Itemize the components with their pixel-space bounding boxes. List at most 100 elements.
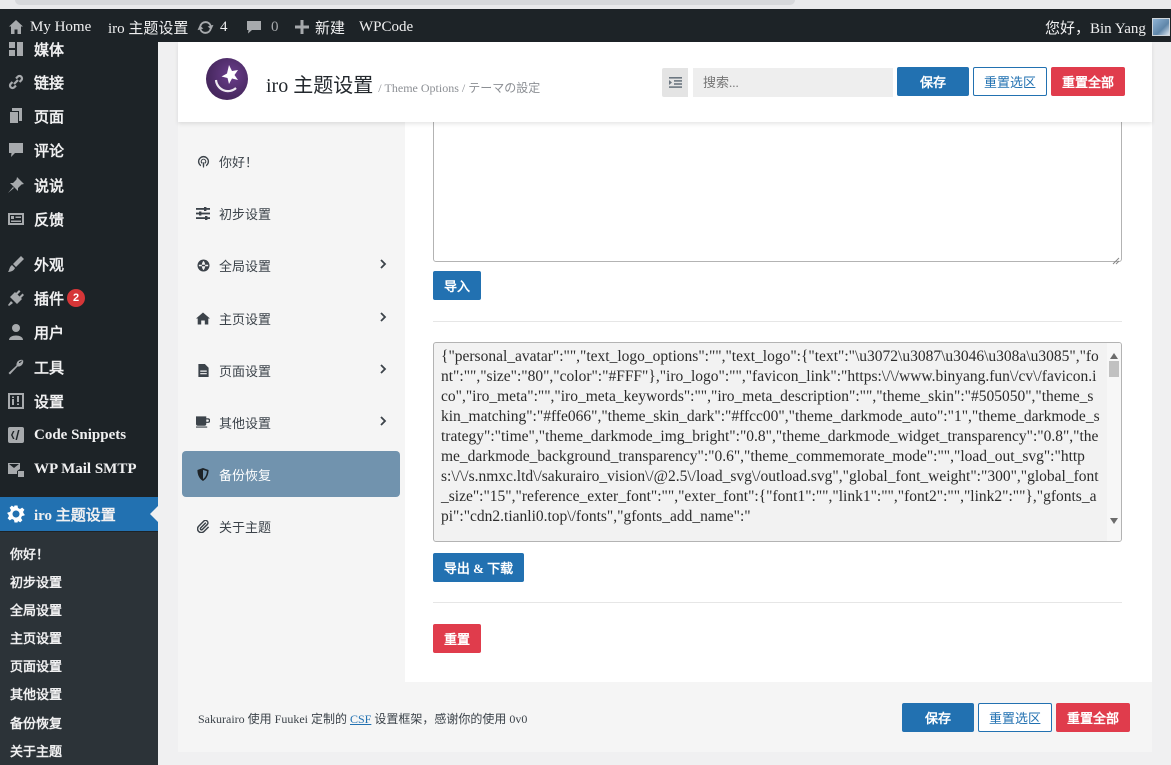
scroll-down-icon[interactable] [1110, 511, 1118, 529]
import-textarea[interactable] [433, 122, 1122, 265]
menu-wp-mail-smtp[interactable]: WP Mail SMTP [0, 452, 158, 486]
menu-pages[interactable]: 页面 [0, 99, 158, 133]
footer-credit: Sakurairo 使用 Fuukei 定制的 CSF 设置框架，感谢你的使用 … [198, 710, 527, 727]
menu-tools[interactable]: 工具 [0, 350, 158, 384]
account-menu[interactable]: 您好，Bin Yang [1045, 16, 1170, 38]
menu-label: 设置 [34, 394, 65, 411]
menu-label: 工具 [34, 360, 65, 377]
wpcode-link[interactable]: WPCode [359, 16, 413, 38]
chevron-right-icon [376, 362, 390, 376]
submenu-item-pages[interactable]: 页面设置 [10, 656, 62, 675]
export-textarea[interactable]: {"personal_avatar":"","text_logo_options… [433, 342, 1122, 542]
menu-media[interactable]: 媒体 [0, 42, 158, 66]
footer-save-button[interactable]: 保存 [902, 703, 974, 732]
nav-label: 关于主题 [219, 519, 272, 535]
options-panel: iro 主题设置 / Theme Options / テーマの設定 保存 重置选… [178, 42, 1152, 752]
menu-label: 媒体 [34, 42, 65, 59]
site-name: My Home [30, 18, 92, 35]
menu-feedback[interactable]: 反馈 [0, 202, 158, 236]
theme-settings-link[interactable]: iro 主题设置 [108, 16, 188, 38]
footer-reset-all-button[interactable]: 重置全部 [1056, 703, 1130, 732]
new-label: 新建 [315, 20, 346, 37]
menu-appearance[interactable]: 外观 [0, 247, 158, 281]
search-input[interactable] [693, 68, 893, 97]
vertical-scrollbar[interactable] [1107, 343, 1121, 541]
submenu-item-homepage[interactable]: 主页设置 [10, 628, 62, 647]
import-button[interactable]: 导入 [433, 271, 481, 300]
mail-icon [6, 459, 26, 479]
page-title: iro 主题设置 / Theme Options / テーマの設定 [266, 69, 540, 98]
settings-icon [6, 391, 26, 411]
browser-strip [0, 0, 1171, 9]
menu-users[interactable]: 用户 [0, 315, 158, 349]
nav-item-global[interactable]: 全局设置 [182, 242, 400, 288]
comment-icon [6, 140, 26, 160]
options-header: iro 主题设置 / Theme Options / テーマの設定 保存 重置选… [178, 42, 1152, 122]
submenu-item-other[interactable]: 其他设置 [10, 684, 62, 703]
backup-section: 导入 {"personal_avatar":"","text_logo_opti… [405, 122, 1152, 682]
submenu-item-hello[interactable]: 你好！ [10, 544, 49, 563]
menu-iro-theme-settings[interactable]: iro 主题设置 [0, 497, 158, 531]
reset-all-button[interactable]: 重置全部 [1051, 67, 1125, 96]
menu-label: 反馈 [34, 212, 65, 229]
menu-links[interactable]: 链接 [0, 65, 158, 99]
updates-link[interactable]: 4 [197, 16, 228, 38]
footer-text-before: Sakurairo 使用 Fuukei 定制的 [198, 712, 350, 726]
save-button[interactable]: 保存 [897, 67, 969, 96]
expand-all-button[interactable] [662, 68, 688, 97]
menu-plugins[interactable]: 插件 2 [0, 281, 158, 315]
menu-label: WP Mail SMTP [34, 460, 137, 477]
chevron-right-icon [376, 414, 390, 428]
footer-reset-section-button[interactable]: 重置选区 [978, 703, 1052, 732]
chevron-right-icon [376, 257, 390, 271]
submenu-item-backup[interactable]: 备份恢复 [10, 713, 62, 732]
scroll-thumb[interactable] [1109, 361, 1119, 377]
new-content-link[interactable]: 新建 [295, 16, 345, 38]
theme-logo [206, 58, 248, 100]
chevron-right-icon [376, 310, 390, 324]
menu-code-snippets[interactable]: Code Snippets [0, 418, 158, 452]
theme-submenu: 你好！ 初步设置 全局设置 主页设置 页面设置 其他设置 备份恢复 关于主题 [0, 532, 158, 765]
menu-comments[interactable]: 评论 [0, 133, 158, 167]
menu-label: iro 主题设置 [34, 507, 116, 524]
sliders-icon [196, 206, 210, 220]
comments-link[interactable]: 0 [246, 16, 279, 38]
feedback-icon [6, 209, 26, 229]
nav-item-homepage[interactable]: 主页设置 [182, 295, 400, 341]
site-home-link[interactable]: My Home [8, 16, 91, 38]
reset-button[interactable]: 重置 [433, 624, 481, 653]
nav-label: 初步设置 [219, 206, 272, 222]
podcast-icon [196, 154, 210, 168]
nav-item-hello[interactable]: 你好！ [182, 138, 400, 184]
reset-section-button[interactable]: 重置选区 [973, 67, 1047, 96]
menu-settings[interactable]: 设置 [0, 384, 158, 418]
menu-label: 链接 [34, 75, 65, 92]
menu-label: Code Snippets [34, 426, 127, 443]
resize-handle-icon[interactable] [1112, 252, 1120, 265]
user-icon [6, 322, 26, 342]
home-icon [8, 19, 24, 35]
menu-label: 外观 [34, 257, 65, 274]
options-nav: 你好！ 初步设置 全局设置 主页设置 页面设置 其他设置 备份恢复 关于主题 [178, 122, 405, 682]
home-icon [196, 311, 210, 325]
nav-item-other[interactable]: 其他设置 [182, 399, 400, 445]
plus-icon [295, 20, 309, 34]
nav-item-pages[interactable]: 页面设置 [182, 347, 400, 393]
menu-label: 说说 [34, 178, 65, 195]
coffee-icon [196, 415, 210, 429]
submenu-item-global[interactable]: 全局设置 [10, 600, 62, 619]
export-download-button[interactable]: 导出 & 下载 [433, 553, 524, 582]
csf-link[interactable]: CSF [350, 712, 371, 726]
nav-item-initial[interactable]: 初步设置 [182, 190, 400, 236]
menu-shuoshuo[interactable]: 说说 [0, 168, 158, 202]
nav-item-about[interactable]: 关于主题 [182, 503, 400, 549]
nav-item-backup[interactable]: 备份恢复 [182, 451, 400, 497]
comments-count: 0 [271, 18, 279, 35]
export-json-text: {"personal_avatar":"","text_logo_options… [441, 348, 1100, 525]
globe-icon [196, 258, 210, 272]
greeting: 您好，Bin Yang [1045, 20, 1146, 37]
submenu-item-about[interactable]: 关于主题 [10, 741, 62, 760]
nav-label: 备份恢复 [219, 467, 272, 483]
shield-icon [196, 467, 210, 481]
submenu-item-initial[interactable]: 初步设置 [10, 572, 62, 591]
